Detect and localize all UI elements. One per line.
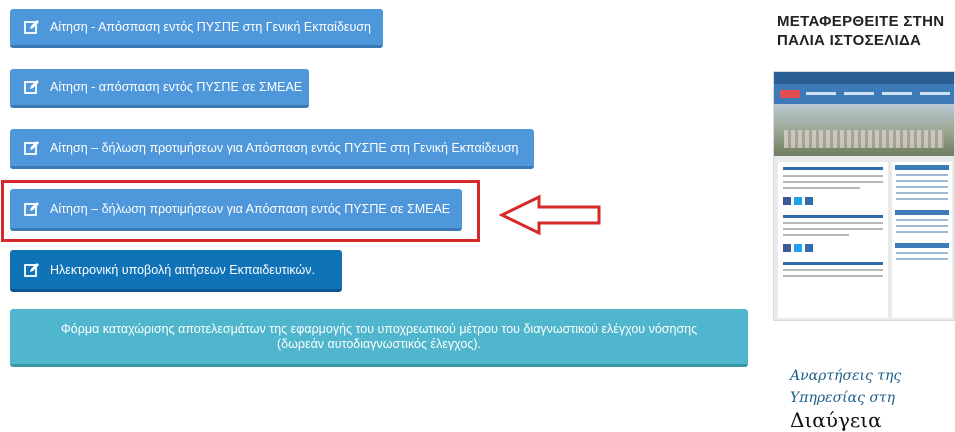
diavgeia-logo-text[interactable]: Διαύγεια <box>790 408 882 432</box>
apply-secondment-general-button[interactable]: Αίτηση - Απόσπαση εντός ΠΥΣΠΕ στη Γενική… <box>10 9 383 48</box>
thumb-header <box>774 72 954 84</box>
button-label: Αίτηση - απόσπαση εντός ΠΥΣΠΕ σε ΣΜΕΑΕ <box>50 80 303 94</box>
apply-secondment-smeae-button[interactable]: Αίτηση - απόσπαση εντός ΠΥΣΠΕ σε ΣΜΕΑΕ <box>10 69 309 108</box>
edit-icon <box>24 140 39 155</box>
button-label: Ηλεκτρονική υποβολή αιτήσεων Εκπαιδευτικ… <box>50 262 315 277</box>
arrow-left-icon <box>499 194 601 236</box>
diavgeia-posts-line1: Αναρτήσεις της <box>790 368 902 384</box>
thumb-banner <box>774 104 954 156</box>
old-site-heading: ΜΕΤΑΦΕΡΘΕΙΤΕ ΣΤΗΝ ΠΑΛΙΑ ΙΣΤΟΣΕΛΙΔΑ <box>777 13 945 49</box>
thumb-main-column <box>778 162 888 318</box>
button-label: Αίτηση – δήλωση προτιμήσεων για Απόσπαση… <box>50 140 519 155</box>
teacher-applications-button[interactable]: Ηλεκτρονική υποβολή αιτήσεων Εκπαιδευτικ… <box>10 250 342 292</box>
preferences-general-button[interactable]: Αίτηση – δήλωση προτιμήσεων για Απόσπαση… <box>10 129 534 169</box>
highlight-frame <box>1 180 480 242</box>
thumb-side-column <box>892 162 952 318</box>
button-label: Αίτηση - Απόσπαση εντός ΠΥΣΠΕ στη Γενική… <box>50 20 371 34</box>
button-label: Φόρμα καταχώρισης αποτελεσμάτων της εφαρ… <box>60 321 698 351</box>
old-site-thumbnail[interactable] <box>773 71 955 321</box>
diavgeia-posts-line2: Υπηρεσίας στη <box>790 390 896 406</box>
edit-icon <box>24 262 39 277</box>
self-test-results-form-button[interactable]: Φόρμα καταχώρισης αποτελεσμάτων της εφαρ… <box>10 309 748 367</box>
edit-icon <box>24 20 39 34</box>
edit-icon <box>24 80 39 94</box>
thumb-nav <box>774 84 954 104</box>
